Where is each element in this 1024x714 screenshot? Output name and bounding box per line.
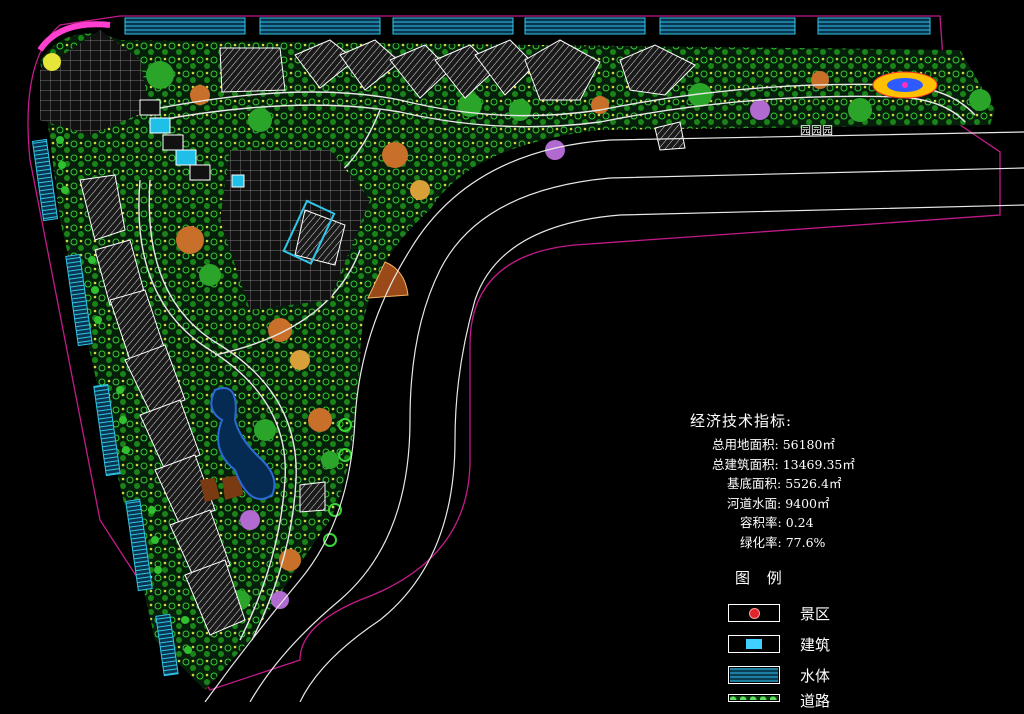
legend-title: 图 例: [735, 569, 788, 587]
indicator-row: 基底面积: 5526.4㎡: [690, 474, 1010, 494]
indicator-value: 56180㎡: [782, 437, 835, 452]
site-plan: 园园园: [27, 15, 1024, 702]
economic-indicators: 经济技术指标: 总用地面积: 56180㎡ 总建筑面积: 13469.35㎡ 基…: [690, 410, 1010, 552]
legend-item-water: 水体: [728, 666, 988, 686]
red-dot-icon: [749, 608, 760, 619]
indicator-value: 77.6%: [785, 534, 826, 550]
water-swatch-icon: [730, 668, 778, 682]
indicators-title: 经济技术指标:: [690, 412, 793, 430]
indicator-value: 5526.4㎡: [785, 476, 842, 491]
indicator-value: 13469.35㎡: [782, 456, 855, 472]
indicator-row: 总用地面积: 56180㎡: [690, 435, 1010, 455]
indicator-label: 基底面积:: [727, 476, 782, 491]
legend-label: 建筑: [800, 636, 831, 654]
indicator-label: 总建筑面积:: [712, 456, 779, 472]
legend-item-building: 建筑: [728, 635, 988, 655]
landmark: [872, 71, 938, 99]
road-swatch-icon: [730, 696, 778, 700]
indicator-label: 容积率:: [740, 515, 782, 530]
indicator-row: 绿化率: 77.6%: [690, 533, 1010, 553]
indicator-label: 总用地面积:: [712, 437, 779, 452]
legend-item-scenic: 景区: [728, 604, 988, 624]
legend-label: 道路: [800, 692, 831, 710]
indicator-row: 河道水面: 9400㎡: [690, 494, 1010, 514]
legend-label: 水体: [800, 667, 831, 685]
indicator-label: 河道水面:: [727, 495, 782, 511]
indicator-value: 9400㎡: [785, 495, 830, 511]
building-swatch-icon: [746, 639, 762, 649]
indicator-row: 容积率: 0.24: [690, 513, 1010, 533]
site-sign: 园园园: [800, 124, 833, 137]
legend-item-road: 道路: [728, 692, 988, 714]
green-area: [40, 33, 995, 691]
legend-label: 景区: [800, 605, 831, 623]
indicator-label: 绿化率:: [740, 534, 782, 550]
indicator-value: 0.24: [785, 515, 814, 530]
indicator-row: 总建筑面积: 13469.35㎡: [690, 455, 1010, 475]
